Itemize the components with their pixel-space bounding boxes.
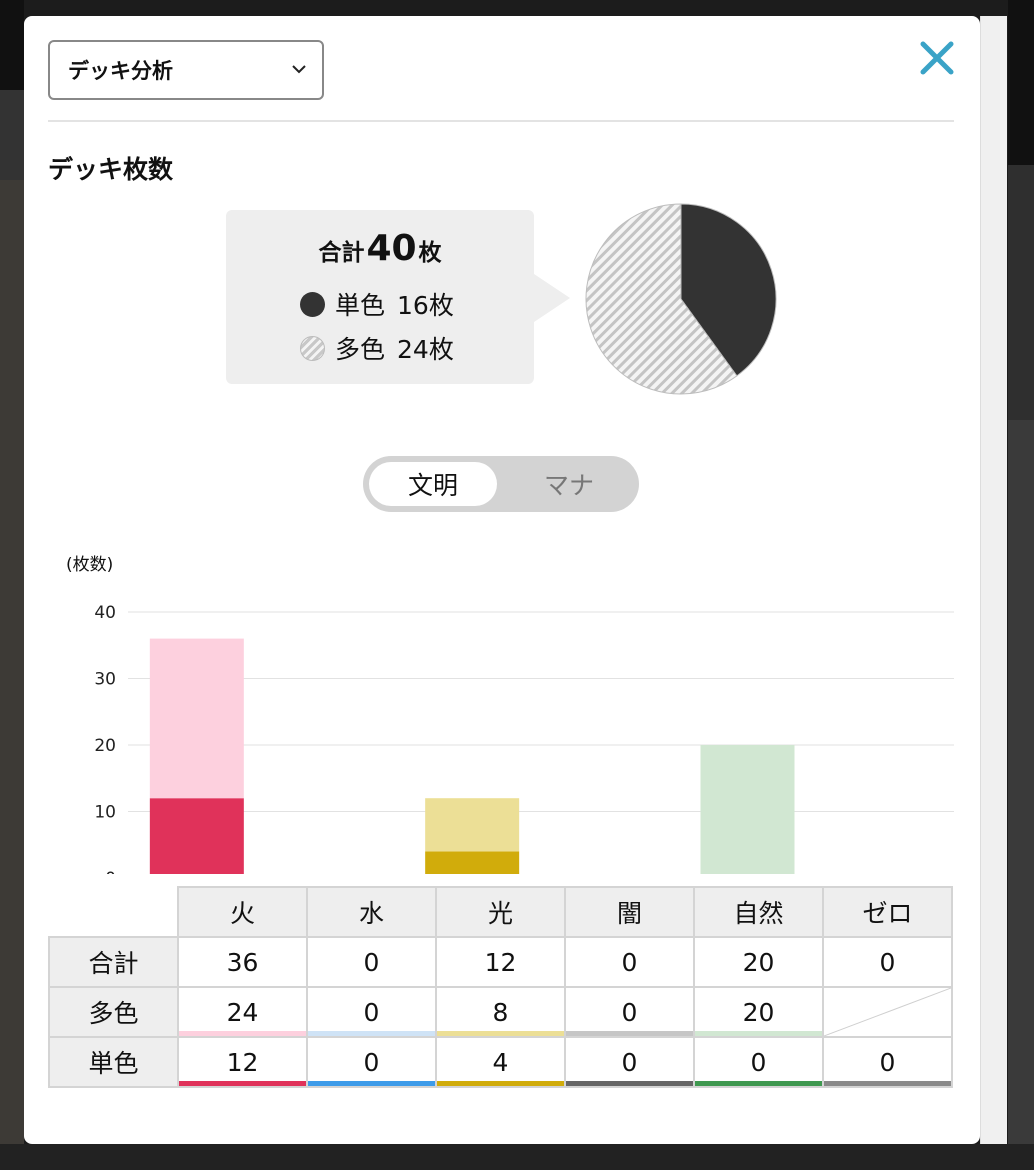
multi-light-underline bbox=[437, 1031, 564, 1036]
total-value: 40 bbox=[366, 228, 417, 269]
chevron-down-icon bbox=[292, 65, 306, 74]
col-header-fire: 火 bbox=[177, 886, 308, 938]
mono-fire-underline bbox=[179, 1081, 306, 1086]
background-left bbox=[0, 0, 24, 1170]
table-row-multi: 多色 24 0 8 0 20 bbox=[48, 986, 953, 1038]
section-title: デッキ枚数 bbox=[48, 155, 174, 184]
multi-fire-underline bbox=[179, 1031, 306, 1036]
mono-water-underline bbox=[308, 1081, 435, 1086]
multi-zero-na bbox=[822, 986, 953, 1038]
mono-zero: 0 bbox=[822, 1036, 953, 1088]
multi-water: 0 bbox=[306, 986, 437, 1038]
col-header-water: 水 bbox=[306, 886, 437, 938]
table-header-row: 火 水 光 闇 自然 ゼロ bbox=[49, 886, 953, 938]
analysis-type-value: デッキ分析 bbox=[68, 59, 173, 83]
mono-fire-value: 12 bbox=[226, 1047, 259, 1077]
row-header-total: 合計 bbox=[48, 936, 179, 988]
y-tick-label: 20 bbox=[94, 736, 116, 756]
total-light: 12 bbox=[435, 936, 566, 988]
total-water: 0 bbox=[306, 936, 437, 988]
mono-zero-underline bbox=[824, 1081, 951, 1086]
legend-mono: 単色 16枚 bbox=[300, 286, 454, 322]
deck-count-summary: 合計40枚 単色 16枚 多色 24枚 bbox=[226, 210, 570, 384]
close-icon[interactable] bbox=[917, 38, 957, 78]
multi-label: 多色 bbox=[335, 335, 386, 364]
mono-water: 0 bbox=[306, 1036, 437, 1088]
bar-multi bbox=[149, 638, 244, 799]
mono-darkness: 0 bbox=[564, 1036, 695, 1088]
mono-label: 単色 bbox=[335, 291, 386, 320]
total-count: 合計40枚 bbox=[226, 228, 534, 269]
legend-multi: 多色 24枚 bbox=[300, 330, 454, 366]
total-nature: 20 bbox=[693, 936, 824, 988]
bar-multi bbox=[425, 798, 520, 852]
analysis-type-select[interactable]: デッキ分析 bbox=[48, 40, 324, 100]
y-tick-label: 30 bbox=[94, 670, 116, 690]
bar-mono bbox=[425, 851, 520, 874]
mono-light-underline bbox=[437, 1081, 564, 1086]
multi-nature-value: 20 bbox=[742, 997, 775, 1027]
multi-light: 8 bbox=[435, 986, 566, 1038]
mono-nature: 0 bbox=[693, 1036, 824, 1088]
table-row-total: 合計 36 0 12 0 20 0 bbox=[48, 936, 953, 988]
not-applicable-slash bbox=[824, 988, 951, 1036]
toggle-civilization[interactable]: 文明 bbox=[369, 462, 497, 506]
mono-fire: 12 bbox=[177, 1036, 308, 1088]
multi-darkness-value: 0 bbox=[621, 997, 638, 1027]
col-header-darkness: 闇 bbox=[564, 886, 695, 938]
multi-swatch bbox=[300, 335, 325, 361]
summary-pointer bbox=[534, 274, 570, 322]
civilization-count-table: 火 水 光 闇 自然 ゼロ 合計 36 0 12 0 20 0 多色 24 0 … bbox=[48, 886, 953, 1088]
mono-water-value: 0 bbox=[363, 1047, 380, 1077]
multi-light-value: 8 bbox=[492, 997, 509, 1027]
row-header-mono: 単色 bbox=[48, 1036, 179, 1088]
y-tick-label: 10 bbox=[94, 803, 116, 823]
table-corner bbox=[49, 887, 179, 938]
multi-nature: 20 bbox=[693, 986, 824, 1038]
col-header-nature: 自然 bbox=[693, 886, 824, 938]
col-header-zero: ゼロ bbox=[822, 886, 953, 938]
multi-fire-value: 24 bbox=[226, 997, 259, 1027]
mono-count: 16枚 bbox=[397, 291, 454, 320]
multi-darkness-underline bbox=[566, 1031, 693, 1036]
total-zero: 0 bbox=[822, 936, 953, 988]
modal-scrollbar[interactable] bbox=[980, 16, 1007, 1144]
mono-zero-value: 0 bbox=[879, 1047, 896, 1077]
total-darkness: 0 bbox=[564, 936, 695, 988]
mono-darkness-underline bbox=[566, 1081, 693, 1086]
multi-count: 24枚 bbox=[397, 335, 454, 364]
multi-nature-underline bbox=[695, 1031, 822, 1036]
table-row-mono: 単色 12 0 4 0 0 0 bbox=[48, 1036, 953, 1088]
multi-water-value: 0 bbox=[363, 997, 380, 1027]
mono-light-value: 4 bbox=[492, 1047, 509, 1077]
divider bbox=[48, 120, 954, 122]
total-suffix: 枚 bbox=[418, 240, 442, 266]
mono-darkness-value: 0 bbox=[621, 1047, 638, 1077]
deck-analysis-modal: デッキ分析 デッキ枚数 合計40枚 単色 16枚 多色 24枚 文明 マナ (枚… bbox=[24, 16, 980, 1144]
multi-fire: 24 bbox=[177, 986, 308, 1038]
mono-light: 4 bbox=[435, 1036, 566, 1088]
y-tick-label: 40 bbox=[94, 603, 116, 623]
multi-darkness: 0 bbox=[564, 986, 695, 1038]
multi-water-underline bbox=[308, 1031, 435, 1036]
background-right bbox=[1008, 0, 1034, 1170]
civilization-bar-chart: 0 10 20 30 40 bbox=[94, 603, 954, 874]
total-fire: 36 bbox=[177, 936, 308, 988]
col-header-light: 光 bbox=[435, 886, 566, 938]
toggle-mana[interactable]: マナ bbox=[505, 462, 633, 506]
background-bottom bbox=[0, 1144, 1034, 1170]
mono-multi-pie-chart bbox=[585, 203, 777, 395]
civilization-mana-toggle: 文明 マナ bbox=[363, 456, 639, 512]
mono-nature-value: 0 bbox=[750, 1047, 767, 1077]
row-header-multi: 多色 bbox=[48, 986, 179, 1038]
total-prefix: 合計 bbox=[318, 240, 365, 266]
bar-multi bbox=[700, 745, 795, 874]
bar-mono bbox=[149, 798, 244, 874]
mono-nature-underline bbox=[695, 1081, 822, 1086]
mono-swatch bbox=[300, 291, 325, 317]
y-tick-label: 0 bbox=[105, 869, 116, 874]
